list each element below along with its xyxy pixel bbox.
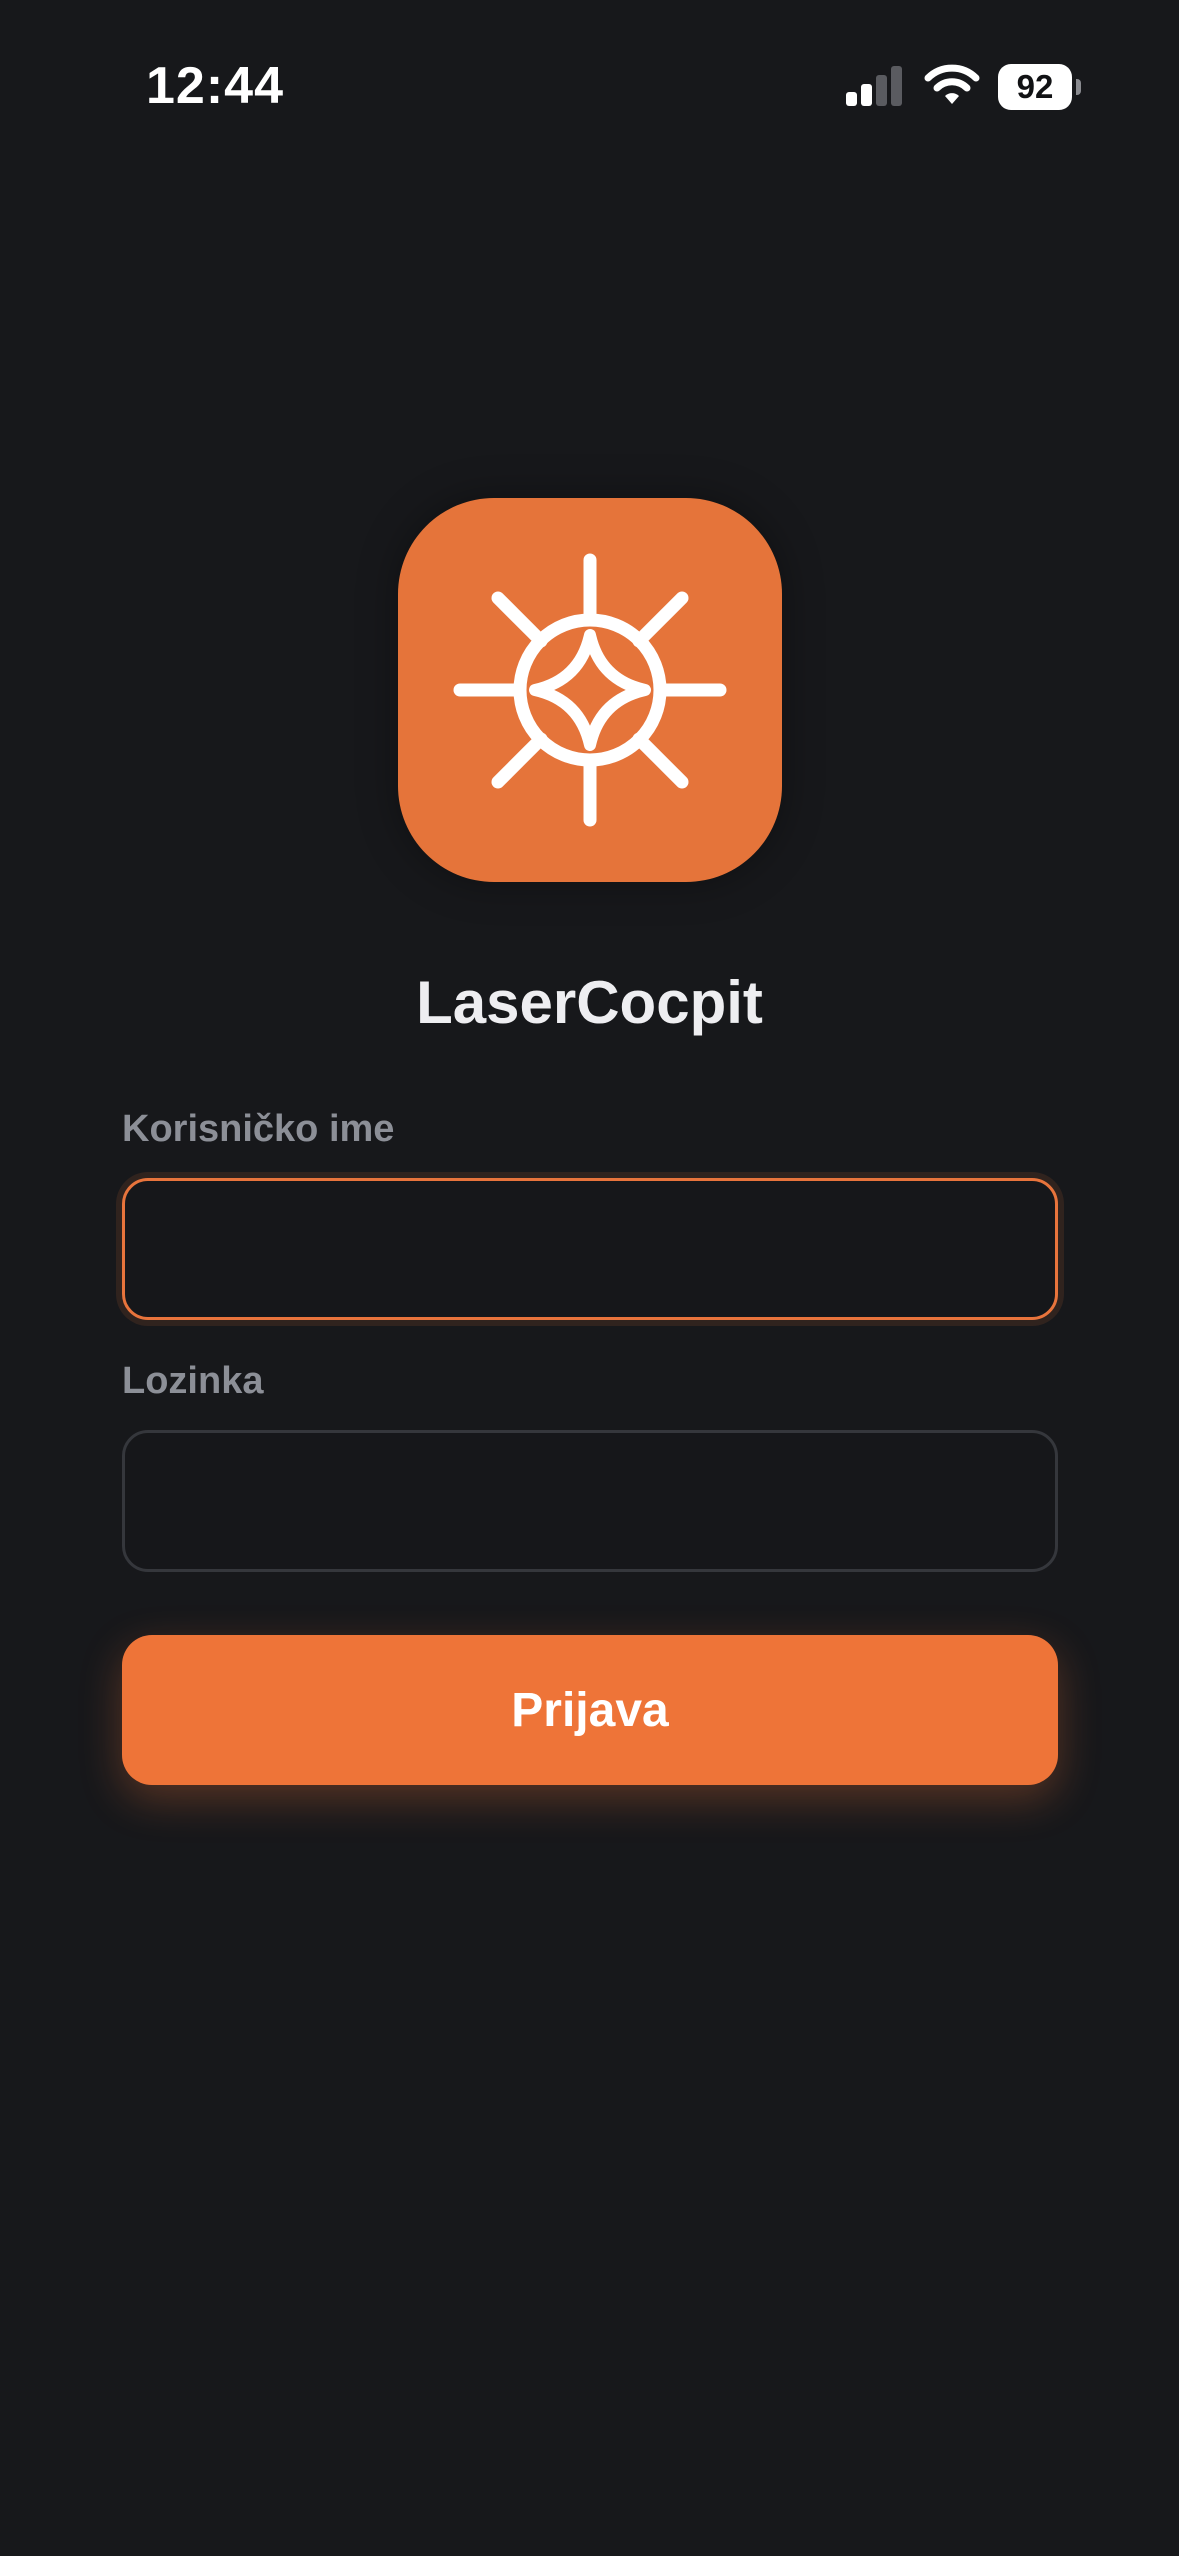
battery-tip	[1076, 79, 1081, 95]
app-logo	[398, 498, 782, 882]
login-button[interactable]: Prijava	[122, 1635, 1058, 1785]
app-title: LaserCocpit	[416, 969, 763, 1036]
username-field-container[interactable]	[122, 1178, 1058, 1320]
battery-indicator: 92	[998, 64, 1082, 110]
password-field-container[interactable]	[122, 1430, 1058, 1572]
status-bar: 12:44 92	[0, 0, 1179, 170]
status-time: 12:44	[146, 57, 284, 115]
password-input[interactable]	[125, 1433, 1055, 1569]
login-button-label: Prijava	[511, 1683, 669, 1737]
password-label: Lozinka	[122, 1360, 264, 1402]
battery-level: 92	[1016, 68, 1054, 105]
username-label: Korisničko ime	[122, 1108, 395, 1150]
laser-cockpit-logo-icon	[453, 553, 727, 827]
wifi-icon	[924, 64, 980, 104]
username-input[interactable]	[125, 1181, 1055, 1317]
cellular-signal-icon	[846, 66, 902, 106]
